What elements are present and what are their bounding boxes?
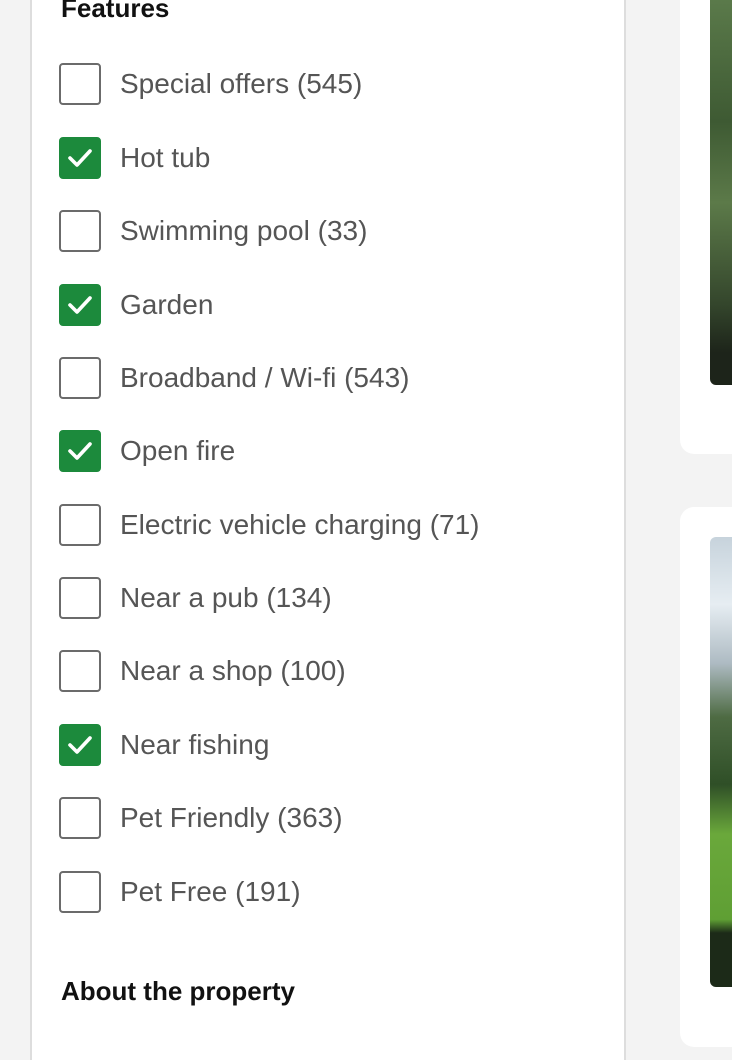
filter-hot-tub[interactable]: Hot tub xyxy=(59,135,579,181)
filter-label: Open fire xyxy=(120,435,236,466)
checkbox[interactable] xyxy=(59,357,101,399)
property-card[interactable] xyxy=(680,507,732,1047)
checkmark-icon xyxy=(68,736,92,754)
filter-label: Pet Friendly (363) xyxy=(120,802,343,833)
checkbox[interactable] xyxy=(59,430,101,472)
filter-label: Electric vehicle charging (71) xyxy=(120,509,480,540)
filter-label: Swimming pool (33) xyxy=(120,215,368,246)
checkbox[interactable] xyxy=(59,797,101,839)
checkbox[interactable] xyxy=(59,63,101,105)
property-photo[interactable] xyxy=(710,537,732,987)
about-property-heading: About the property xyxy=(61,976,295,1006)
checkbox[interactable] xyxy=(59,210,101,252)
filter-label: Pet Free (191) xyxy=(120,876,301,907)
checkbox[interactable] xyxy=(59,871,101,913)
filter-label: Near fishing xyxy=(120,729,270,760)
filter-near-fishing[interactable]: Near fishing xyxy=(59,722,579,768)
filter-near-shop[interactable]: Near a shop (100) xyxy=(59,648,579,694)
filter-label: Broadband / Wi-fi (543) xyxy=(120,362,410,393)
checkmark-icon xyxy=(68,149,92,167)
filter-label: Near a pub (134) xyxy=(120,582,332,613)
checkbox[interactable] xyxy=(59,504,101,546)
checkmark-icon xyxy=(68,442,92,460)
checkmark-icon xyxy=(68,296,92,314)
filter-open-fire[interactable]: Open fire xyxy=(59,428,579,474)
filter-pet-friendly[interactable]: Pet Friendly (363) xyxy=(59,795,579,841)
property-photo[interactable] xyxy=(710,0,732,385)
checkbox[interactable] xyxy=(59,650,101,692)
filter-near-pub[interactable]: Near a pub (134) xyxy=(59,575,579,621)
filter-ev-charging[interactable]: Electric vehicle charging (71) xyxy=(59,502,579,548)
checkbox[interactable] xyxy=(59,137,101,179)
filter-pet-free[interactable]: Pet Free (191) xyxy=(59,869,579,915)
filter-special-offers[interactable]: Special offers (545) xyxy=(59,61,579,107)
features-heading: Features xyxy=(61,0,170,23)
filter-swimming-pool[interactable]: Swimming pool (33) xyxy=(59,208,579,254)
checkbox[interactable] xyxy=(59,577,101,619)
checkbox[interactable] xyxy=(59,284,101,326)
filter-label: Near a shop (100) xyxy=(120,655,346,686)
filter-broadband-wifi[interactable]: Broadband / Wi-fi (543) xyxy=(59,355,579,401)
filter-label: Special offers (545) xyxy=(120,68,363,99)
checkbox[interactable] xyxy=(59,724,101,766)
filter-label: Hot tub xyxy=(120,142,211,173)
filter-label: Garden xyxy=(120,289,214,320)
filter-garden[interactable]: Garden xyxy=(59,282,579,328)
property-card[interactable] xyxy=(680,0,732,454)
